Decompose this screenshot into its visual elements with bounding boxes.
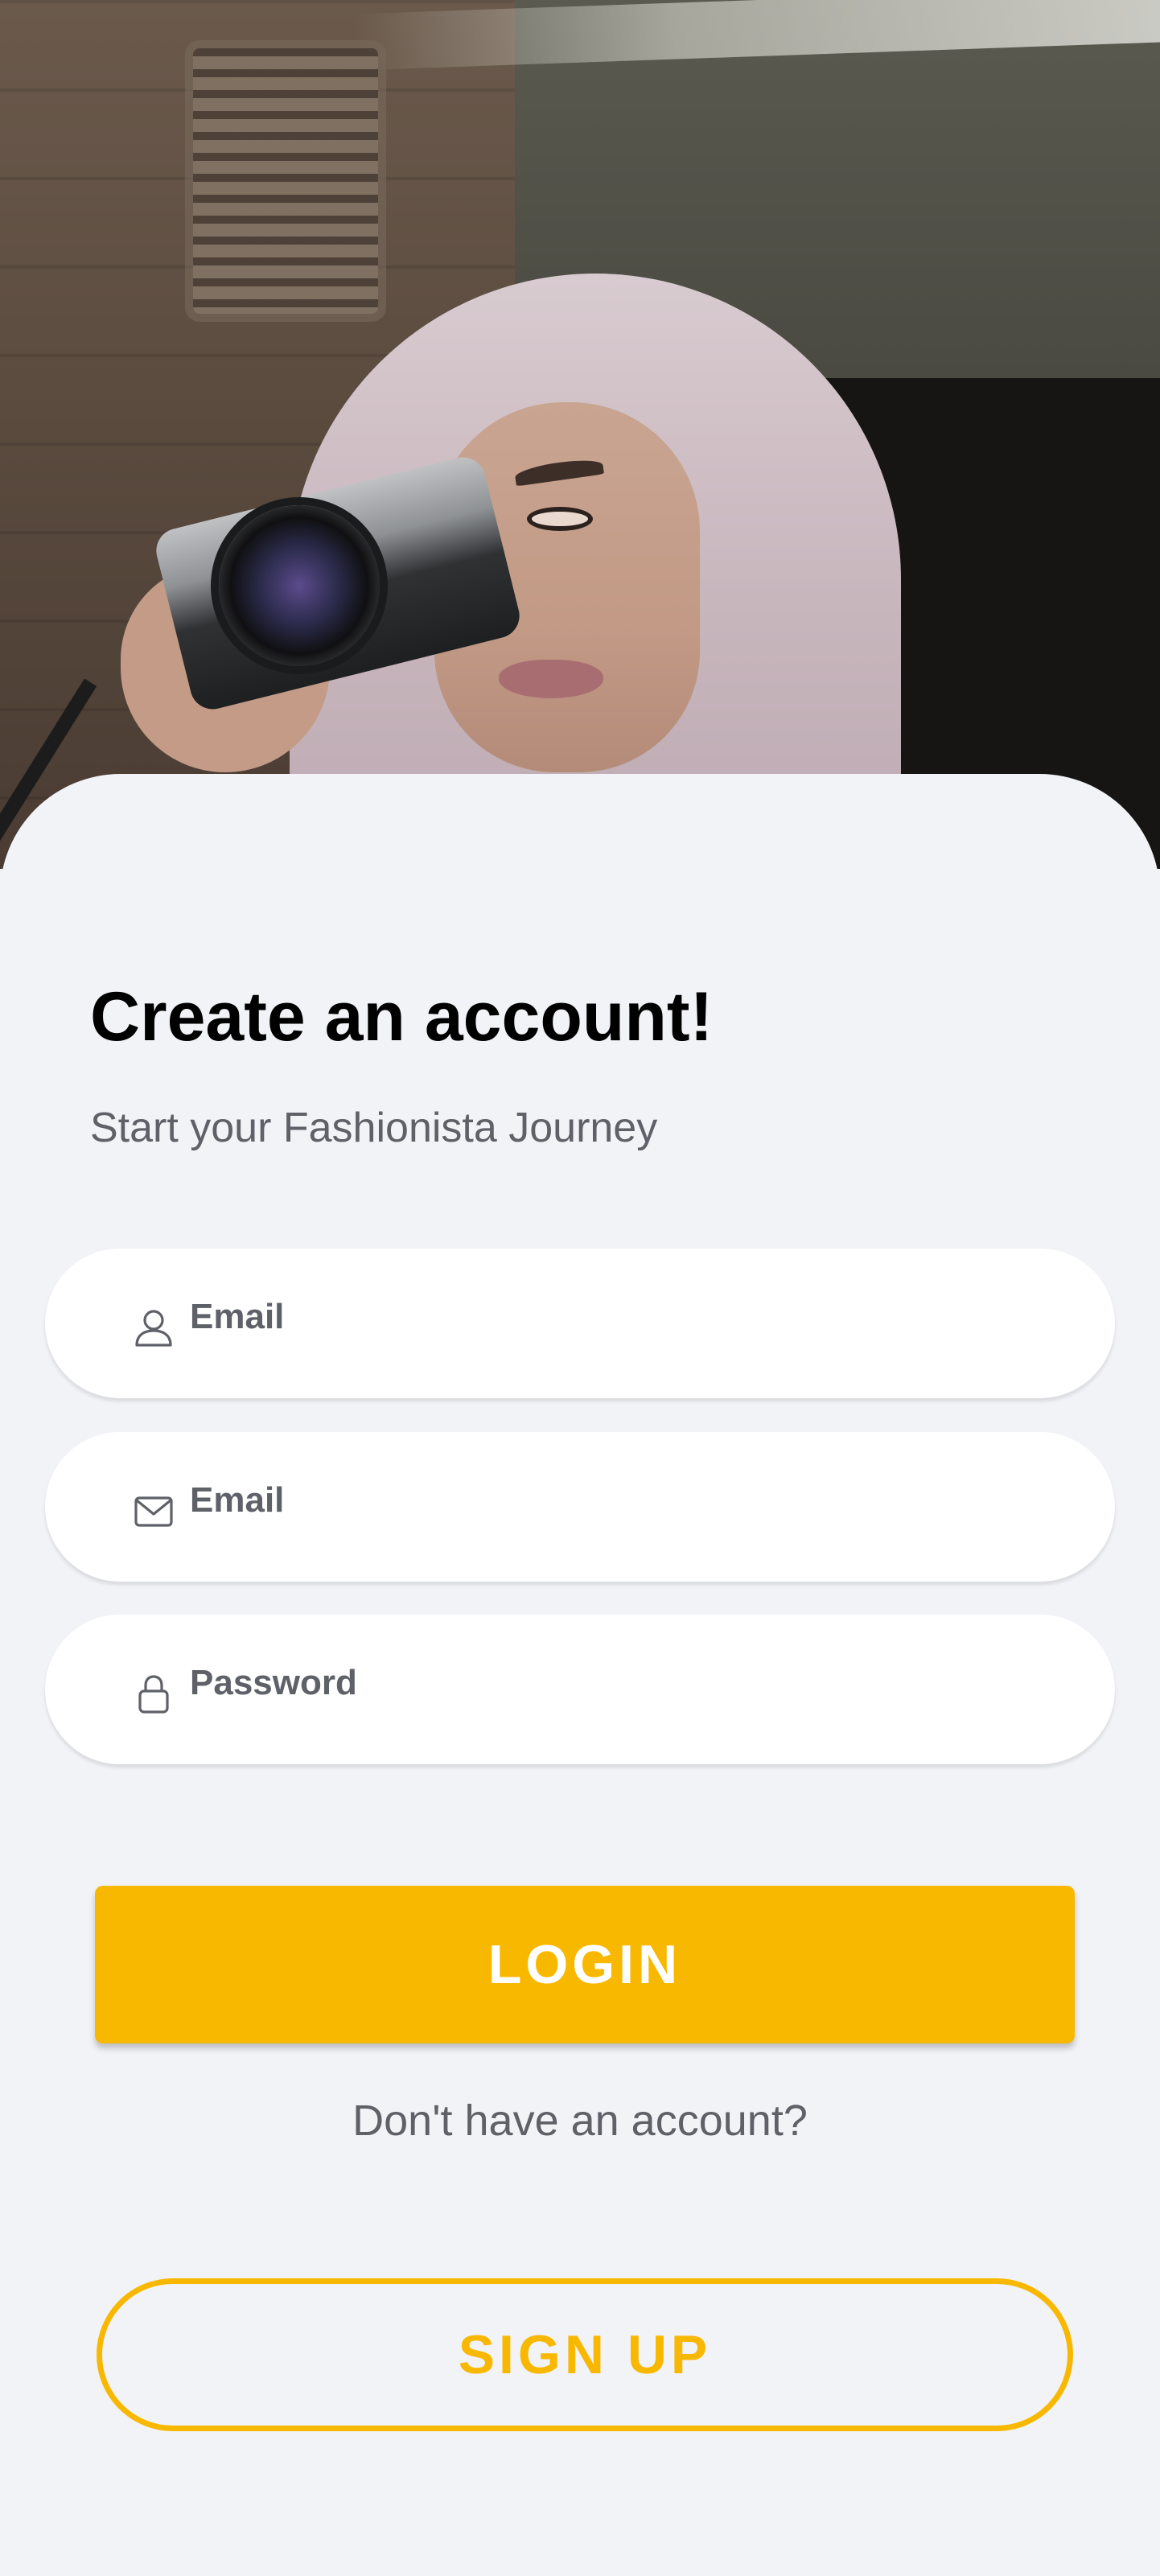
username-field[interactable]: Email — [45, 1249, 1115, 1398]
model-eye — [527, 507, 593, 531]
password-field[interactable]: Password — [45, 1615, 1115, 1764]
user-icon — [135, 1310, 172, 1347]
hero-photo — [0, 0, 1160, 869]
email-field-placeholder: Email — [190, 1480, 285, 1520]
camera-lens — [219, 505, 380, 666]
lock-icon — [138, 1675, 169, 1714]
login-button[interactable]: LOGIN — [95, 1886, 1075, 2043]
mail-icon — [134, 1496, 173, 1527]
page-subtitle: Start your Fashionista Journey — [90, 1105, 658, 1151]
email-field[interactable]: Email — [45, 1432, 1115, 1582]
no-account-prompt: Don't have an account? — [352, 2097, 808, 2145]
page-title: Create an account! — [90, 978, 714, 1056]
model-lips — [499, 660, 603, 698]
signup-button[interactable]: SIGN UP — [97, 2278, 1073, 2431]
wall-vent — [193, 48, 378, 314]
username-field-placeholder: Email — [190, 1297, 285, 1336]
password-field-placeholder: Password — [190, 1663, 357, 1702]
